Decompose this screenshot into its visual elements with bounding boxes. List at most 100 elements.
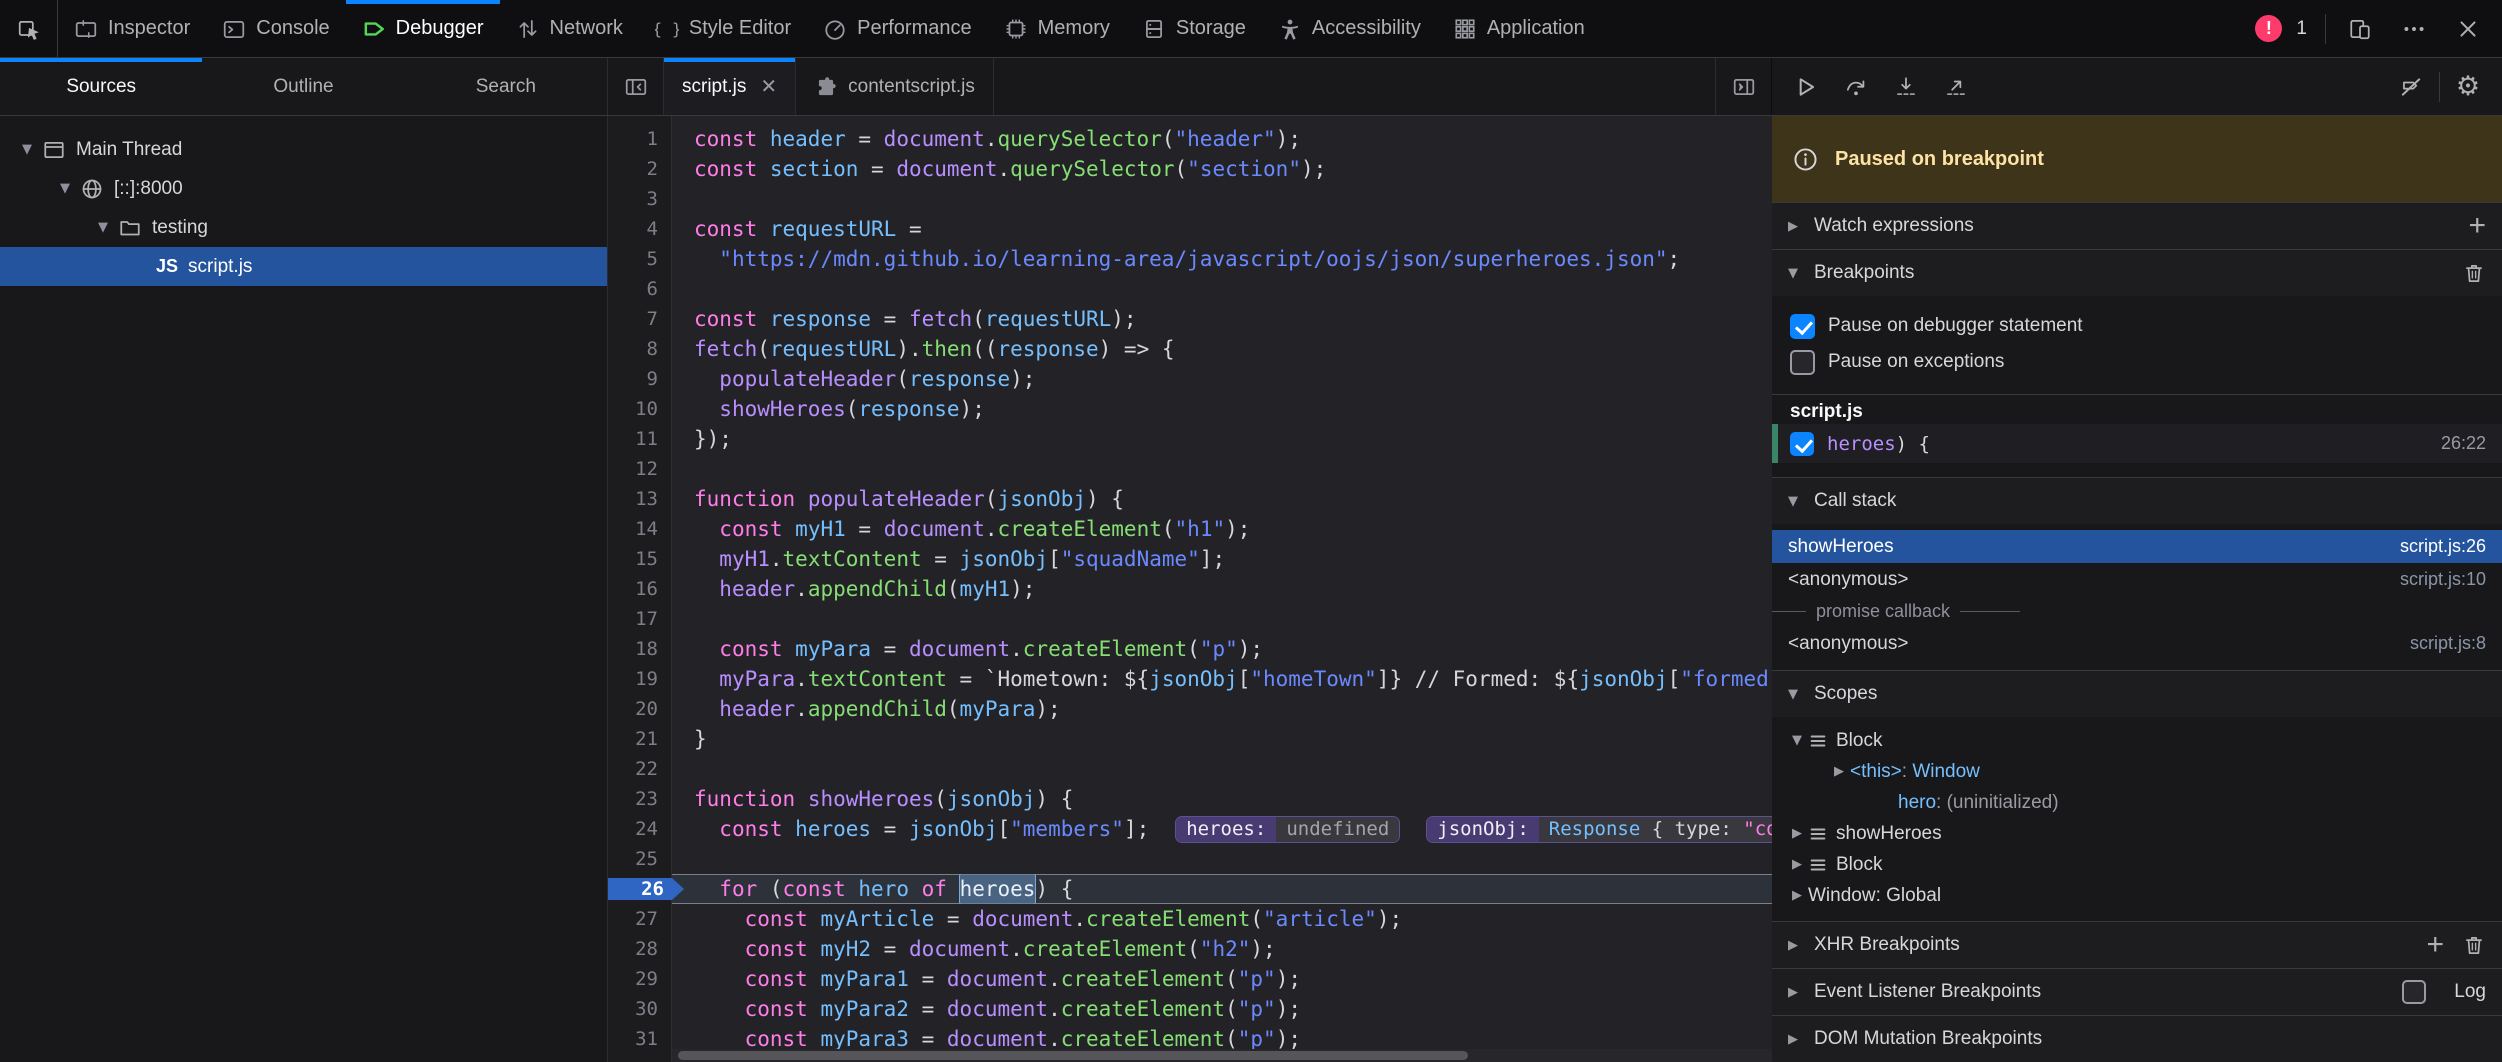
disable-breakpoints-button[interactable] (2389, 67, 2433, 107)
tab-console[interactable]: Console (206, 0, 345, 57)
tab-accessibility[interactable]: Accessibility (1262, 0, 1437, 57)
line-number[interactable]: 10 (608, 398, 672, 420)
line-number[interactable]: 12 (608, 458, 672, 480)
twisty-icon[interactable]: ▼ (54, 181, 76, 196)
tab-memory[interactable]: Memory (988, 0, 1126, 57)
line-number[interactable]: 16 (608, 578, 672, 600)
add-watch-expression-button[interactable]: + (2468, 211, 2486, 241)
tab-network[interactable]: Network (500, 0, 639, 57)
scope-row[interactable]: ▶Block (1772, 849, 2502, 880)
expand-right-panel-button[interactable] (1715, 58, 1771, 115)
step-over-button[interactable] (1834, 67, 1878, 107)
line-number[interactable]: 25 (608, 848, 672, 870)
tree-item-main-thread[interactable]: ▼Main Thread (0, 130, 607, 169)
breakpoint-checkbox[interactable] (1790, 432, 1814, 456)
scope-row[interactable]: ▶showHeroes (1772, 818, 2502, 849)
remove-xhr-breakpoints-button[interactable] (2462, 933, 2486, 957)
step-in-button[interactable] (1884, 67, 1928, 107)
twisty-icon[interactable]: ▼ (16, 142, 38, 157)
paused-line-marker[interactable]: 26 (608, 878, 684, 900)
close-devtools-button[interactable] (2448, 9, 2488, 49)
collapse-sources-panel-button[interactable] (608, 58, 664, 115)
error-badge-icon[interactable]: ! (2255, 15, 2282, 42)
section-dom-mutation-breakpoints[interactable]: ▶ DOM Mutation Breakpoints (1772, 1015, 2502, 1062)
editor-hscrollbar[interactable] (672, 1049, 1772, 1062)
chevron-icon[interactable]: ▶ (1788, 985, 1808, 1000)
tab-storage[interactable]: Storage (1126, 0, 1262, 57)
chevron-icon[interactable]: ▶ (1788, 938, 1808, 953)
line-number[interactable]: 2 (608, 158, 672, 180)
line-number[interactable]: 19 (608, 668, 672, 690)
log-event-checkbox[interactable] (2402, 980, 2426, 1004)
call-stack-frame[interactable]: <anonymous>script.js:8 (1772, 627, 2502, 660)
section-scopes[interactable]: ▼ Scopes (1772, 670, 2502, 717)
line-number[interactable]: 27 (608, 908, 672, 930)
inline-variable-preview[interactable]: jsonObj:Response { type: "co (1426, 816, 1772, 843)
scope-row[interactable]: ▶<this>: Window (1772, 756, 2502, 787)
tree-item-script-js[interactable]: JSscript.js (0, 247, 607, 286)
chevron-icon[interactable]: ▼ (1788, 494, 1808, 509)
call-stack-frame[interactable]: showHeroesscript.js:26 (1772, 530, 2502, 563)
section-event-listener-breakpoints[interactable]: ▶ Event Listener Breakpoints Log (1772, 968, 2502, 1015)
tab-inspector[interactable]: Inspector (58, 0, 206, 57)
scope-row[interactable]: ▼Block (1772, 725, 2502, 756)
node-picker-button[interactable] (0, 0, 58, 57)
line-number[interactable]: 4 (608, 218, 672, 240)
tree-item-testing[interactable]: ▼testing (0, 208, 607, 247)
line-number[interactable]: 6 (608, 278, 672, 300)
line-number[interactable]: 18 (608, 638, 672, 660)
call-stack-frame[interactable]: <anonymous>script.js:10 (1772, 563, 2502, 596)
line-number[interactable]: 22 (608, 758, 672, 780)
source-tab-scriptjs[interactable]: script.js ✕ (664, 58, 796, 115)
section-xhr-breakpoints[interactable]: ▶ XHR Breakpoints + (1772, 921, 2502, 968)
panel-tab-outline[interactable]: Outline (202, 58, 404, 115)
resume-button[interactable] (1784, 67, 1828, 107)
debugger-settings-button[interactable]: ⚙ (2446, 67, 2490, 107)
tree-item--8000[interactable]: ▼[::]:8000 (0, 169, 607, 208)
line-number[interactable]: 23 (608, 788, 672, 810)
breakpoint-entry[interactable]: heroes) {26:22 (1772, 424, 2502, 463)
remove-breakpoints-button[interactable] (2462, 261, 2486, 285)
line-number[interactable]: 1 (608, 128, 672, 150)
line-number[interactable]: 20 (608, 698, 672, 720)
section-breakpoints[interactable]: ▼ Breakpoints (1772, 249, 2502, 296)
twisty-icon[interactable]: ▶ (1786, 888, 1808, 903)
panel-tab-search[interactable]: Search (405, 58, 607, 115)
twisty-icon[interactable]: ▶ (1786, 826, 1808, 841)
line-number[interactable]: 11 (608, 428, 672, 450)
line-number[interactable]: 13 (608, 488, 672, 510)
twisty-icon[interactable]: ▼ (1786, 733, 1808, 748)
add-xhr-breakpoint-button[interactable]: + (2426, 930, 2444, 960)
line-number[interactable]: 29 (608, 968, 672, 990)
line-number[interactable]: 3 (608, 188, 672, 210)
hscrollbar-thumb[interactable] (678, 1051, 1468, 1060)
code-editor[interactable]: 1const header = document.querySelector("… (608, 116, 1772, 1062)
tab-style-editor[interactable]: { }Style Editor (639, 0, 807, 57)
line-number[interactable]: 28 (608, 938, 672, 960)
line-number[interactable]: 15 (608, 548, 672, 570)
tab-application[interactable]: Application (1437, 0, 1601, 57)
inline-variable-preview[interactable]: heroes:undefined (1175, 816, 1400, 843)
scope-row[interactable]: ▶Window: Global (1772, 880, 2502, 911)
scope-row[interactable]: hero: (uninitialized) (1772, 787, 2502, 818)
close-tab-icon[interactable]: ✕ (760, 74, 777, 99)
responsive-design-mode-button[interactable] (2340, 9, 2380, 49)
checkbox[interactable] (1790, 350, 1815, 375)
line-number[interactable]: 7 (608, 308, 672, 330)
source-tab-contentscriptjs[interactable]: contentscript.js (796, 58, 994, 115)
chevron-icon[interactable]: ▶ (1788, 219, 1808, 234)
line-number[interactable]: 17 (608, 608, 672, 630)
checkbox[interactable] (1790, 314, 1815, 339)
line-number[interactable]: 5 (608, 248, 672, 270)
section-call-stack[interactable]: ▼ Call stack (1772, 477, 2502, 524)
twisty-icon[interactable]: ▶ (1828, 764, 1850, 779)
chevron-icon[interactable]: ▼ (1788, 687, 1808, 702)
tab-debugger[interactable]: Debugger (346, 0, 500, 57)
meatball-menu-button[interactable] (2394, 9, 2434, 49)
line-number[interactable]: 14 (608, 518, 672, 540)
panel-tab-sources[interactable]: Sources (0, 58, 202, 115)
twisty-icon[interactable]: ▼ (92, 220, 114, 235)
line-number[interactable]: 21 (608, 728, 672, 750)
line-number[interactable]: 30 (608, 998, 672, 1020)
twisty-icon[interactable]: ▶ (1786, 857, 1808, 872)
